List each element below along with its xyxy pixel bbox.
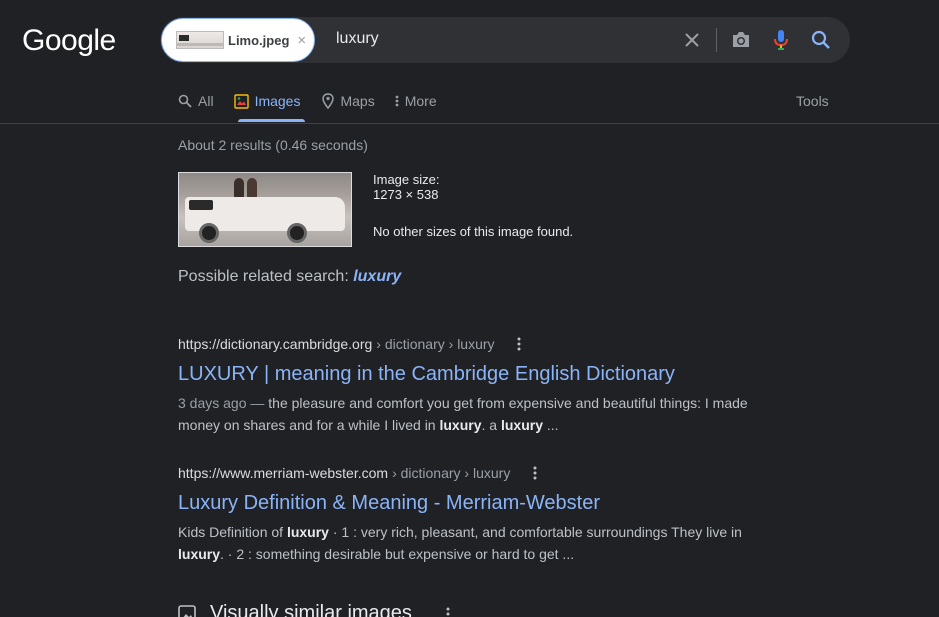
- chip-filename: Limo.jpeg: [228, 32, 290, 48]
- image-query-chip[interactable]: Limo.jpeg ×: [161, 18, 315, 62]
- person-figure: [234, 178, 244, 198]
- limo-wheel: [287, 223, 307, 243]
- tab-all-label: All: [198, 93, 214, 109]
- visually-similar-title: Visually similar images: [210, 602, 412, 617]
- tab-maps[interactable]: Maps: [322, 92, 375, 110]
- search-result: https://www.merriam-webster.com › dictio…: [178, 465, 758, 565]
- search-icon: [178, 94, 192, 108]
- tab-more-label: More: [404, 93, 437, 109]
- limo-window: [189, 200, 213, 210]
- result-breadcrumb: › dictionary › luxury: [376, 336, 495, 352]
- tab-images-label: Images: [254, 93, 301, 109]
- snippet-highlight: luxury: [178, 546, 221, 562]
- result-domain: https://www.merriam-webster.com: [178, 465, 389, 481]
- search-divider: [716, 28, 717, 52]
- result-url[interactable]: https://www.merriam-webster.com › dictio…: [178, 465, 758, 481]
- snippet-highlight: luxury: [286, 524, 329, 540]
- more-vert-icon: [395, 95, 399, 107]
- tab-more[interactable]: More: [395, 92, 437, 110]
- more-options-icon[interactable]: [527, 465, 543, 481]
- tab-all[interactable]: All: [178, 92, 214, 110]
- snippet-text: Kids Definition of: [178, 524, 287, 540]
- search-result: https://dictionary.cambridge.org › dicti…: [178, 336, 758, 436]
- snippet-highlight: luxury: [500, 417, 543, 433]
- more-options-icon: [446, 607, 450, 615]
- image-icon: [178, 604, 196, 617]
- google-logo[interactable]: Google: [22, 24, 116, 58]
- search-bar[interactable]: Limo.jpeg × luxury: [160, 17, 850, 63]
- image-size-label: Image size:: [373, 172, 440, 187]
- chip-close-icon[interactable]: ×: [297, 32, 306, 49]
- header-divider: [0, 123, 939, 124]
- visually-similar-header: Visually similar images: [178, 602, 450, 617]
- camera-icon[interactable]: [729, 28, 753, 52]
- person-figure: [247, 178, 257, 198]
- result-stats: About 2 results (0.46 seconds): [178, 137, 368, 153]
- result-date: 3 days ago —: [178, 395, 265, 411]
- result-breadcrumb: › dictionary › luxury: [392, 465, 511, 481]
- snippet-highlight: luxury: [439, 417, 482, 433]
- active-tab-indicator: [238, 119, 305, 122]
- clear-icon[interactable]: [680, 28, 704, 52]
- search-icon[interactable]: [809, 28, 833, 52]
- search-input[interactable]: luxury: [336, 30, 379, 48]
- query-image-thumbnail[interactable]: [178, 172, 352, 247]
- snippet-text: . a: [481, 417, 501, 433]
- search-tabs: All Images Maps More: [178, 92, 459, 122]
- result-url[interactable]: https://dictionary.cambridge.org › dicti…: [178, 336, 758, 352]
- related-search: Possible related search: luxury: [178, 268, 401, 286]
- no-other-sizes-text: No other sizes of this image found.: [373, 224, 574, 239]
- image-icon: [233, 93, 249, 109]
- snippet-text: · 1 : very rich, pleasant, and comfortab…: [328, 524, 742, 540]
- image-size-value: 1273 × 538: [373, 187, 439, 202]
- limo-wheel: [199, 223, 219, 243]
- result-snippet: Kids Definition of luxury · 1 : very ric…: [178, 521, 758, 565]
- related-search-link[interactable]: luxury: [353, 268, 401, 285]
- result-title-link[interactable]: LUXURY | meaning in the Cambridge Englis…: [178, 362, 758, 386]
- snippet-text: ...: [542, 417, 559, 433]
- tools-button[interactable]: Tools: [796, 93, 829, 109]
- snippet-text: . · 2 : something desirable but expensiv…: [220, 546, 575, 562]
- more-options-icon[interactable]: [511, 336, 527, 352]
- tab-maps-label: Maps: [340, 93, 375, 109]
- related-search-prefix: Possible related search:: [178, 268, 354, 285]
- result-snippet: 3 days ago — the pleasure and comfort yo…: [178, 392, 758, 436]
- microphone-icon[interactable]: [769, 28, 793, 52]
- map-pin-icon: [322, 93, 335, 109]
- result-title-link[interactable]: Luxury Definition & Meaning - Merriam-We…: [178, 491, 758, 515]
- result-domain: https://dictionary.cambridge.org: [178, 336, 373, 352]
- limo-thumbnail: [176, 31, 224, 49]
- tab-images[interactable]: Images: [233, 92, 301, 110]
